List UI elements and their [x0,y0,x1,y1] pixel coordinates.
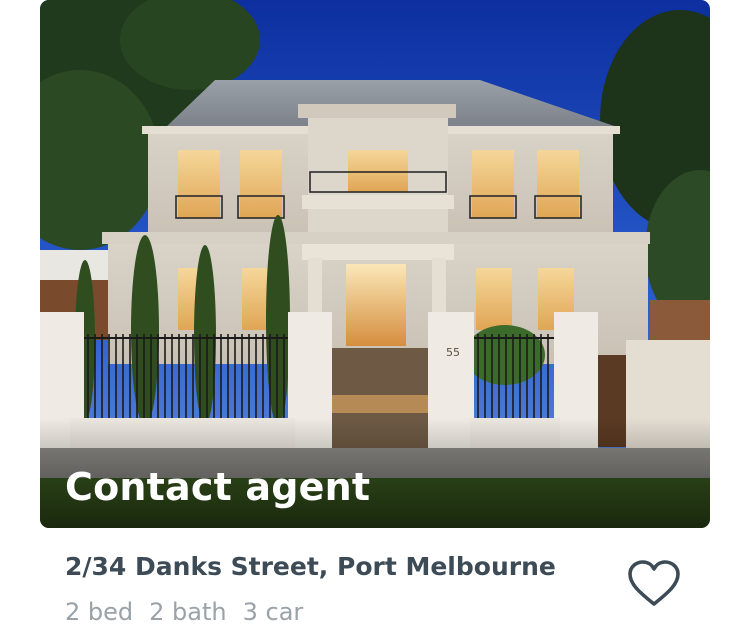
listing-features: 2 bed 2 bath 3 car [65,594,303,630]
house-number: 55 [446,346,460,359]
property-photo[interactable]: 55 Contact agent [40,0,710,528]
listing-address[interactable]: 2/34 Danks Street, Port Melbourne [65,548,556,586]
bed-count: 2 bed [65,598,134,626]
favorite-button[interactable] [624,556,684,612]
car-count: 3 car [242,598,304,626]
heart-outline-icon [628,560,680,606]
price-label: Contact agent [65,465,371,509]
bath-count: 2 bath [149,598,227,626]
